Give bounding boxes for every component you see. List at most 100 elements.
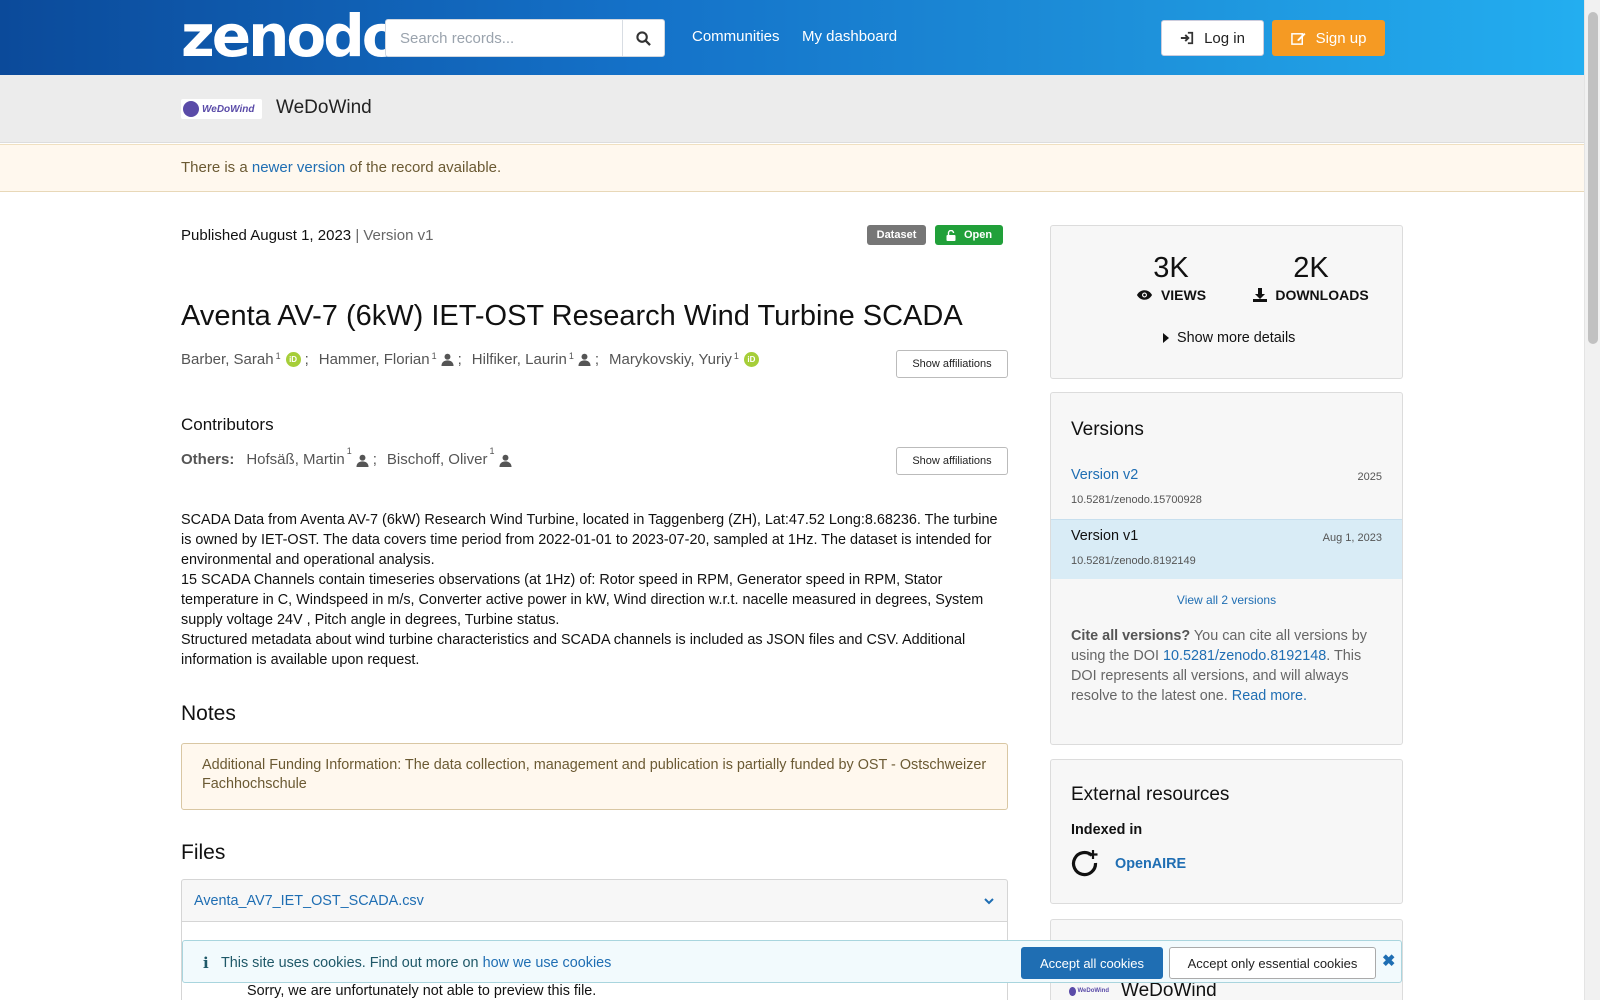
files-heading: Files [181, 841, 226, 864]
info-icon: i [203, 954, 209, 972]
login-button[interactable]: Log in [1161, 20, 1264, 56]
newer-version-link[interactable]: newer version [252, 159, 345, 176]
creator-name: Hilfiker, Laurin [471, 351, 567, 368]
views-stat: 3K VIEWS [1111, 252, 1231, 303]
community-card-logo: WeDoWind [1069, 984, 1109, 998]
creator[interactable]: Marykovskiy, Yuriy 1 iD [609, 351, 759, 368]
openaire-logo-icon [1071, 850, 1098, 877]
accept-all-cookies-button[interactable]: Accept all cookies [1021, 947, 1163, 979]
notice-prefix: There is a [181, 159, 252, 176]
versions-heading: Versions [1071, 419, 1144, 440]
show-more-details-toggle[interactable]: Show more details [1163, 330, 1295, 346]
edit-icon [1290, 32, 1306, 45]
contributors-list: Others: Hofsäß, Martin 1; Bischoff, Olive… [181, 446, 512, 468]
contributors-heading: Contributors [181, 415, 274, 434]
chevron-down-icon [984, 898, 994, 905]
version-item[interactable]: Version v2 10.5281/zenodo.15700928 2025 [1051, 459, 1402, 519]
affiliation-marker: 1 [431, 350, 437, 361]
page-scrollbar[interactable] [1584, 0, 1600, 1000]
community-logo-mark-icon [1069, 986, 1076, 996]
preview-message: Sorry, we are unfortunately not able to … [247, 983, 597, 999]
concept-doi-link[interactable]: 10.5281/zenodo.8192148 [1163, 648, 1326, 664]
downloads-label: DOWNLOADS [1275, 287, 1369, 303]
versions-card: Versions Version v2 10.5281/zenodo.15700… [1050, 392, 1403, 745]
creator[interactable]: Barber, Sarah 1 iD [181, 351, 301, 368]
record-description: SCADA Data from Aventa AV-7 (6kW) Resear… [181, 510, 1011, 670]
person-icon [578, 353, 591, 366]
community-name[interactable]: WeDoWind [276, 97, 372, 119]
read-more-link[interactable]: Read more. [1232, 688, 1307, 704]
search-input[interactable] [386, 20, 622, 56]
others-label: Others: [181, 450, 235, 468]
view-all-versions-link[interactable]: View all 2 versions [1051, 593, 1402, 607]
contributor[interactable]: Bischoff, Oliver 1 [386, 446, 512, 468]
file-accordion[interactable]: Aventa_AV7_IET_OST_SCADA.csv [181, 879, 1008, 922]
affiliation-marker: 1 [568, 350, 574, 361]
show-affiliations-contributors-button[interactable]: Show affiliations [896, 447, 1008, 475]
search-box [385, 19, 665, 57]
resource-type-badge[interactable]: Dataset [867, 225, 926, 245]
signup-button[interactable]: Sign up [1272, 20, 1385, 56]
publication-date: Published August 1, 2023 | Version v1 [181, 227, 433, 244]
creator-name: Marykovskiy, Yuriy [609, 351, 732, 368]
caret-right-icon [1163, 333, 1169, 343]
cookie-policy-link[interactable]: how we use cookies [483, 955, 612, 971]
download-icon [1253, 288, 1268, 302]
nav-communities[interactable]: Communities [692, 28, 780, 45]
creator[interactable]: Hammer, Florian 1 [319, 351, 454, 368]
person-icon [498, 454, 512, 467]
contributor-name: Hofsäß, Martin [246, 451, 345, 468]
external-resources-card: External resources Indexed in OpenAIRE [1050, 759, 1403, 904]
external-resources-heading: External resources [1071, 784, 1230, 805]
orcid-icon[interactable]: iD [285, 352, 301, 367]
person-icon [356, 454, 369, 467]
person-icon [441, 353, 454, 366]
affiliation-marker: 1 [346, 446, 352, 456]
community-header: WeDoWind WeDoWind [0, 75, 1584, 143]
creator[interactable]: Hilfiker, Laurin 1 [472, 351, 591, 368]
close-icon[interactable]: ✖ [1382, 951, 1395, 971]
nav-my-dashboard[interactable]: My dashboard [802, 28, 897, 45]
contributor-name: Bischoff, Oliver [386, 451, 488, 468]
description-paragraph: Structured metadata about wind turbine c… [181, 632, 966, 668]
zenodo-logo[interactable]: zenodo [181, 6, 402, 66]
community-logo-text: WeDoWind [1077, 988, 1110, 994]
version-date: Aug 1, 2023 [1322, 532, 1382, 544]
record-title: Aventa AV-7 (6kW) IET-OST Research Wind … [181, 300, 963, 332]
top-navbar: zenodo Communities My dashboard Log in S… [0, 0, 1584, 75]
unlock-icon [946, 229, 956, 241]
indexed-in-label: Indexed in [1071, 822, 1143, 838]
community-logo[interactable]: WeDoWind [181, 99, 262, 119]
published-label: Published August 1, 2023 [181, 227, 352, 244]
signup-label: Sign up [1315, 29, 1367, 47]
affiliation-marker: 1 [275, 350, 281, 361]
scrollbar-thumb[interactable] [1588, 12, 1598, 344]
community-logo-mark-icon [183, 101, 199, 117]
views-label: VIEWS [1160, 287, 1207, 303]
version-doi: 10.5281/zenodo.15700928 [1071, 494, 1202, 506]
openaire-link[interactable]: OpenAIRE [1071, 850, 1186, 878]
community-card-name[interactable]: WeDoWind [1121, 980, 1217, 1000]
search-button[interactable] [622, 20, 664, 56]
version-item-current[interactable]: Version v1 10.5281/zenodo.8192149 Aug 1,… [1051, 519, 1402, 579]
openaire-label: OpenAIRE [1115, 856, 1187, 872]
views-count: 3K [1153, 252, 1189, 284]
sign-in-icon [1180, 31, 1194, 45]
cookie-text: This site uses cookies. Find out more on [221, 955, 483, 971]
affiliation-marker: 1 [733, 350, 739, 361]
community-logo-text: WeDoWind [202, 103, 255, 115]
description-paragraph: 15 SCADA Channels contain timeseries obs… [181, 572, 984, 628]
file-name[interactable]: Aventa_AV7_IET_OST_SCADA.csv [194, 893, 424, 909]
creator-name: Hammer, Florian [318, 351, 430, 368]
notes-heading: Notes [181, 702, 236, 725]
show-affiliations-creators-button[interactable]: Show affiliations [896, 350, 1008, 378]
version-name: Version v1 [1071, 528, 1139, 544]
version-doi: 10.5281/zenodo.8192149 [1071, 555, 1196, 567]
accept-essential-cookies-button[interactable]: Accept only essential cookies [1169, 947, 1376, 979]
orcid-icon[interactable]: iD [743, 352, 759, 367]
access-badge[interactable]: Open [935, 225, 1003, 245]
description-paragraph: SCADA Data from Aventa AV-7 (6kW) Resear… [181, 512, 998, 568]
version-link[interactable]: Version v2 [1071, 467, 1138, 483]
contributor[interactable]: Hofsäß, Martin 1 [246, 446, 369, 468]
login-label: Log in [1204, 29, 1245, 47]
